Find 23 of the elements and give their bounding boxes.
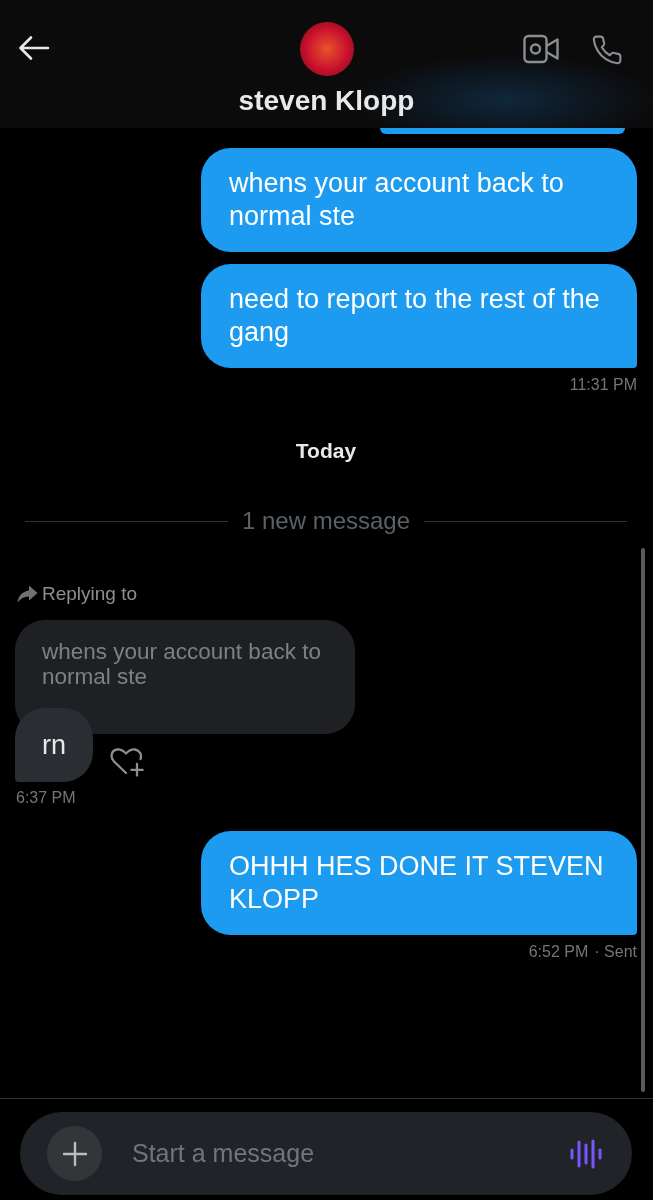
message-bubble: need to report to the rest of the gang xyxy=(201,264,637,368)
message-input[interactable]: Start a message xyxy=(132,1137,540,1170)
status-label: · Sent xyxy=(594,943,637,961)
composer-bar[interactable]: Start a message xyxy=(20,1112,632,1195)
timestamp: 6:37 PM xyxy=(16,789,76,807)
back-arrow-icon[interactable] xyxy=(18,35,50,61)
message-bubble: whens your account back to normal ste xyxy=(201,148,637,252)
video-camera-icon[interactable] xyxy=(523,34,559,64)
replying-to-label: Replying to xyxy=(42,584,138,604)
phone-icon[interactable] xyxy=(591,34,623,66)
contact-name[interactable]: steven Klopp xyxy=(238,85,415,117)
avatar[interactable] xyxy=(299,22,354,76)
heart-plus-icon[interactable] xyxy=(109,746,145,777)
date-separator: Today xyxy=(295,439,357,463)
sound-wave-icon[interactable] xyxy=(570,1138,602,1169)
quoted-message: whens your account back to normal ste xyxy=(15,620,355,734)
plus-icon xyxy=(61,1140,88,1167)
reply-arrow-icon xyxy=(17,585,38,603)
message-bubble: OHHH HES DONE IT STEVEN KLOPP xyxy=(201,831,637,935)
message-bubble: rn xyxy=(15,708,93,782)
new-message-label: 1 new message xyxy=(241,507,411,535)
timestamp: 11:31 PM xyxy=(569,376,637,394)
timestamp: 6:52 PM xyxy=(528,943,589,961)
